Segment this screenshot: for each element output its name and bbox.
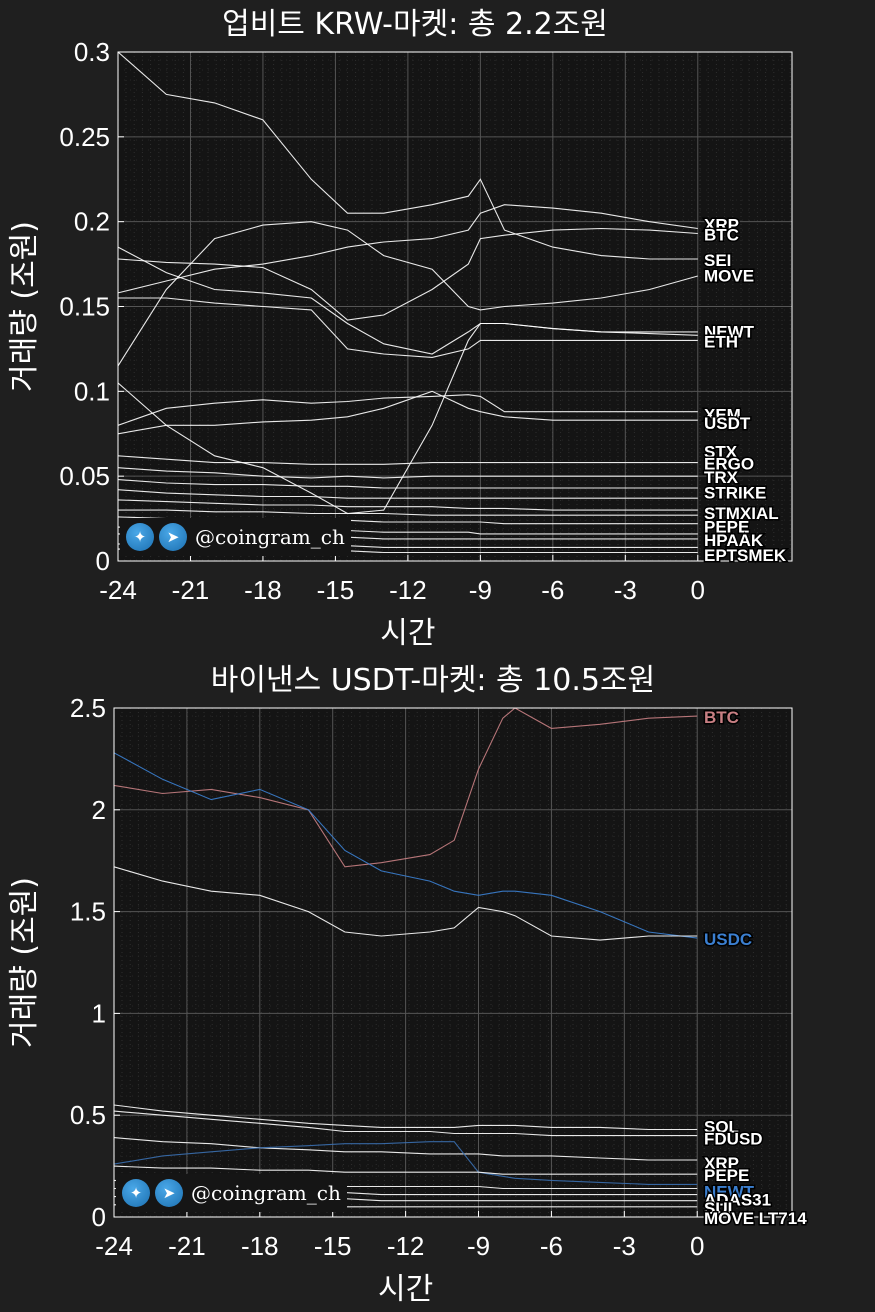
binance-x-tick-label: -3 (613, 1231, 636, 1261)
binance-end-label: FDUSD (704, 1130, 763, 1149)
binance-x-tick-label: -9 (467, 1231, 490, 1261)
upbit-x-tick-label: -9 (469, 575, 492, 605)
binance-x-axis-label: 시간 (378, 1272, 433, 1307)
upbit-end-label: EPTSMEK (704, 546, 787, 565)
upbit-y-tick-label: 0.05 (59, 461, 110, 491)
binance-y-tick-label: 2.5 (70, 693, 106, 723)
upbit-x-tick-label: -12 (389, 575, 427, 605)
upbit-x-tick-label: -18 (244, 575, 282, 605)
binance-y-tick-label: 2 (92, 795, 106, 825)
upbit-y-tick-label: 0.15 (59, 292, 110, 322)
upbit-x-axis-label: 시간 (380, 616, 435, 651)
upbit-chart-title: 업비트 KRW-마켓: 총 2.2조원 (222, 7, 608, 42)
binance-end-label: USDC (704, 930, 752, 949)
upbit-y-tick-label: 0.25 (59, 122, 110, 152)
upbit-end-label: STRIKE (704, 483, 766, 502)
upbit-y-tick-label: 0.2 (74, 207, 110, 237)
upbit-end-label: MOVE (704, 266, 754, 285)
upbit-y-tick-label: 0.1 (74, 376, 110, 406)
upbit-y-tick-label: 0.3 (74, 37, 110, 67)
social-handle[interactable]: @coingram_ch (191, 1181, 341, 1205)
twitter-icon[interactable]: ✦ (126, 523, 154, 551)
telegram-icon[interactable]: ➤ (159, 523, 187, 551)
binance-y-axis-label: 거래량 (조원) (7, 877, 42, 1048)
twitter-icon[interactable]: ✦ (122, 1179, 150, 1207)
binance-x-tick-label: 0 (690, 1231, 704, 1261)
binance-plot-area (114, 708, 792, 1217)
binance-x-tick-label: -15 (314, 1231, 352, 1261)
binance-x-tick-label: -12 (387, 1231, 425, 1261)
binance-x-tick-label: -6 (540, 1231, 563, 1261)
upbit-end-label: ETH (704, 332, 738, 351)
binance-chart-title: 바이낸스 USDT-마켓: 총 10.5조원 (211, 663, 655, 698)
telegram-icon[interactable]: ➤ (155, 1179, 183, 1207)
binance-y-tick-label: 1 (92, 998, 106, 1028)
upbit-x-tick-label: 0 (691, 575, 705, 605)
binance-y-tick-label: 0.5 (70, 1100, 106, 1130)
upbit-y-axis-label: 거래량 (조원) (7, 221, 42, 392)
binance-x-tick-label: -21 (168, 1231, 206, 1261)
binance-y-tick-label: 0 (92, 1202, 106, 1232)
figure: -24 -21 -18 -15 -12 -9 -6 -3 0 0 0.05 0.1 0.15 0.2 0.2… (7, 7, 809, 1307)
upbit-x-tick-label: -3 (614, 575, 637, 605)
upbit-x-tick-label: -21 (172, 575, 210, 605)
upbit-end-label: USDT (704, 414, 751, 433)
binance-x-tick-label: -24 (95, 1231, 133, 1261)
upbit-x-tick-label: -15 (317, 575, 355, 605)
binance-x-tick-label: -18 (241, 1231, 279, 1261)
binance-end-label: MOVE LT714 (704, 1209, 807, 1228)
upbit-end-label: BTC (704, 226, 739, 245)
social-handle[interactable]: @coingram_ch (195, 525, 345, 549)
social-watermark-top: ✦ ➤ @coingram_ch (120, 518, 351, 556)
upbit-x-tick-label: -24 (99, 575, 137, 605)
upbit-x-tick-label: -6 (541, 575, 564, 605)
social-watermark-bottom: ✦ ➤ @coingram_ch (116, 1174, 347, 1212)
binance-end-label: BTC (704, 708, 739, 727)
binance-y-tick-label: 1.5 (70, 897, 106, 927)
upbit-y-tick-label: 0 (96, 546, 110, 576)
